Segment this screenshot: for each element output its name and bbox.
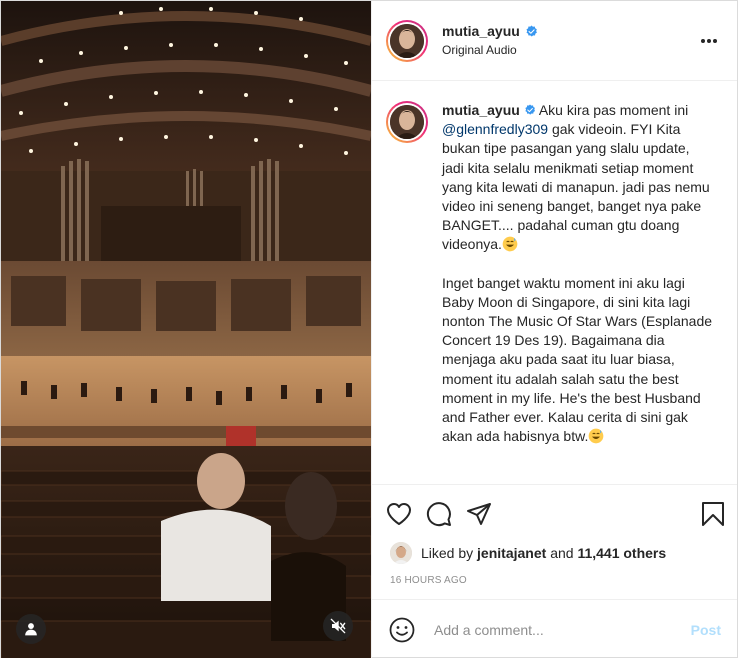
- caption-verified-badge-icon: [525, 104, 535, 115]
- liker-username[interactable]: jenitajanet: [477, 545, 546, 561]
- add-comment-bar: Post: [372, 599, 737, 658]
- speaker-muted-icon[interactable]: [323, 611, 353, 641]
- author-avatar[interactable]: [386, 19, 428, 62]
- user-tag-icon[interactable]: [16, 614, 46, 644]
- comment-input[interactable]: [434, 621, 691, 638]
- likes-conjunction: and: [550, 545, 574, 561]
- user-tag-glyph: [25, 623, 37, 636]
- smiley-glyph: [389, 617, 415, 642]
- bookmark-glyph: [702, 502, 724, 526]
- likes-others-link[interactable]: 11,441 others: [577, 545, 666, 561]
- share-glyph: [467, 503, 491, 525]
- avatar-border: [388, 21, 426, 60]
- liker-avatar[interactable]: [390, 542, 412, 564]
- grinning-sweat-emoji: [502, 237, 518, 252]
- author-username-row: mutia_ayuu: [442, 22, 538, 40]
- speaker-muted-glyph: [330, 618, 346, 634]
- concert-hall-image: [1, 1, 371, 658]
- caption-username[interactable]: mutia_ayuu: [442, 102, 520, 118]
- caption-paragraph-1: mutia_ayuu Aku kira pas moment ini @glen…: [442, 101, 712, 255]
- caption-avatar-image: [390, 105, 424, 139]
- header-text: mutia_ayuu Original Audio: [442, 22, 697, 59]
- liker-avatar-image: [390, 542, 412, 564]
- post-details-panel: mutia_ayuu Original Audio mutia_ayuu Aku…: [371, 1, 737, 658]
- caption-avatar-border: [388, 103, 426, 141]
- audio-label[interactable]: Original Audio: [442, 41, 697, 59]
- caption-scroll-area[interactable]: mutia_ayuu Aku kira pas moment ini @glen…: [372, 81, 737, 484]
- avatar-image: [390, 23, 424, 58]
- caption-mention-link[interactable]: @glennfredly309: [442, 121, 548, 137]
- avatar-portrait: [390, 23, 424, 58]
- instagram-post: mutia_ayuu Original Audio mutia_ayuu Aku…: [0, 0, 738, 658]
- verified-badge-icon: [526, 25, 537, 37]
- caption-avatar-portrait: [390, 105, 424, 139]
- post-comment-button[interactable]: Post: [691, 622, 721, 638]
- likes-summary: Liked by jenitajanet and 11,441 others: [372, 537, 737, 569]
- grinning-sweat-emoji-2: [589, 428, 604, 444]
- bookmark-icon[interactable]: [685, 494, 725, 534]
- more-horizontal-icon[interactable]: [697, 29, 721, 53]
- post-actions: Liked by jenitajanet and 11,441 others 1…: [372, 484, 737, 658]
- post-video[interactable]: [1, 1, 371, 658]
- caption-text-part2: gak videoin. FYI Kita bukan tipe pasanga…: [442, 121, 710, 253]
- comment-bubble-icon[interactable]: [426, 494, 466, 534]
- caption-avatar[interactable]: [386, 101, 428, 143]
- post-header: mutia_ayuu Original Audio: [372, 1, 737, 81]
- author-username[interactable]: mutia_ayuu: [442, 22, 520, 40]
- smiley-icon[interactable]: [388, 616, 416, 644]
- action-icons-row: [372, 491, 737, 537]
- post-timestamp[interactable]: 16 HOURS AGO: [372, 569, 737, 599]
- paper-plane-icon[interactable]: [466, 494, 506, 534]
- heart-glyph: [387, 503, 411, 525]
- liked-by-prefix: Liked by: [421, 545, 474, 561]
- comment-glyph: [426, 502, 451, 527]
- caption-paragraph-2: Inget banget waktu moment ini aku lagi B…: [442, 274, 712, 447]
- caption-text-part1: Aku kira pas moment ini: [538, 102, 689, 118]
- caption-comment: mutia_ayuu Aku kira pas moment ini @glen…: [386, 101, 721, 446]
- more-dots-glyph: [701, 38, 717, 43]
- caption-paragraph-2-text: Inget banget waktu moment ini aku lagi B…: [442, 274, 713, 445]
- caption-text: mutia_ayuu Aku kira pas moment ini @glen…: [442, 101, 712, 446]
- heart-icon[interactable]: [386, 494, 426, 534]
